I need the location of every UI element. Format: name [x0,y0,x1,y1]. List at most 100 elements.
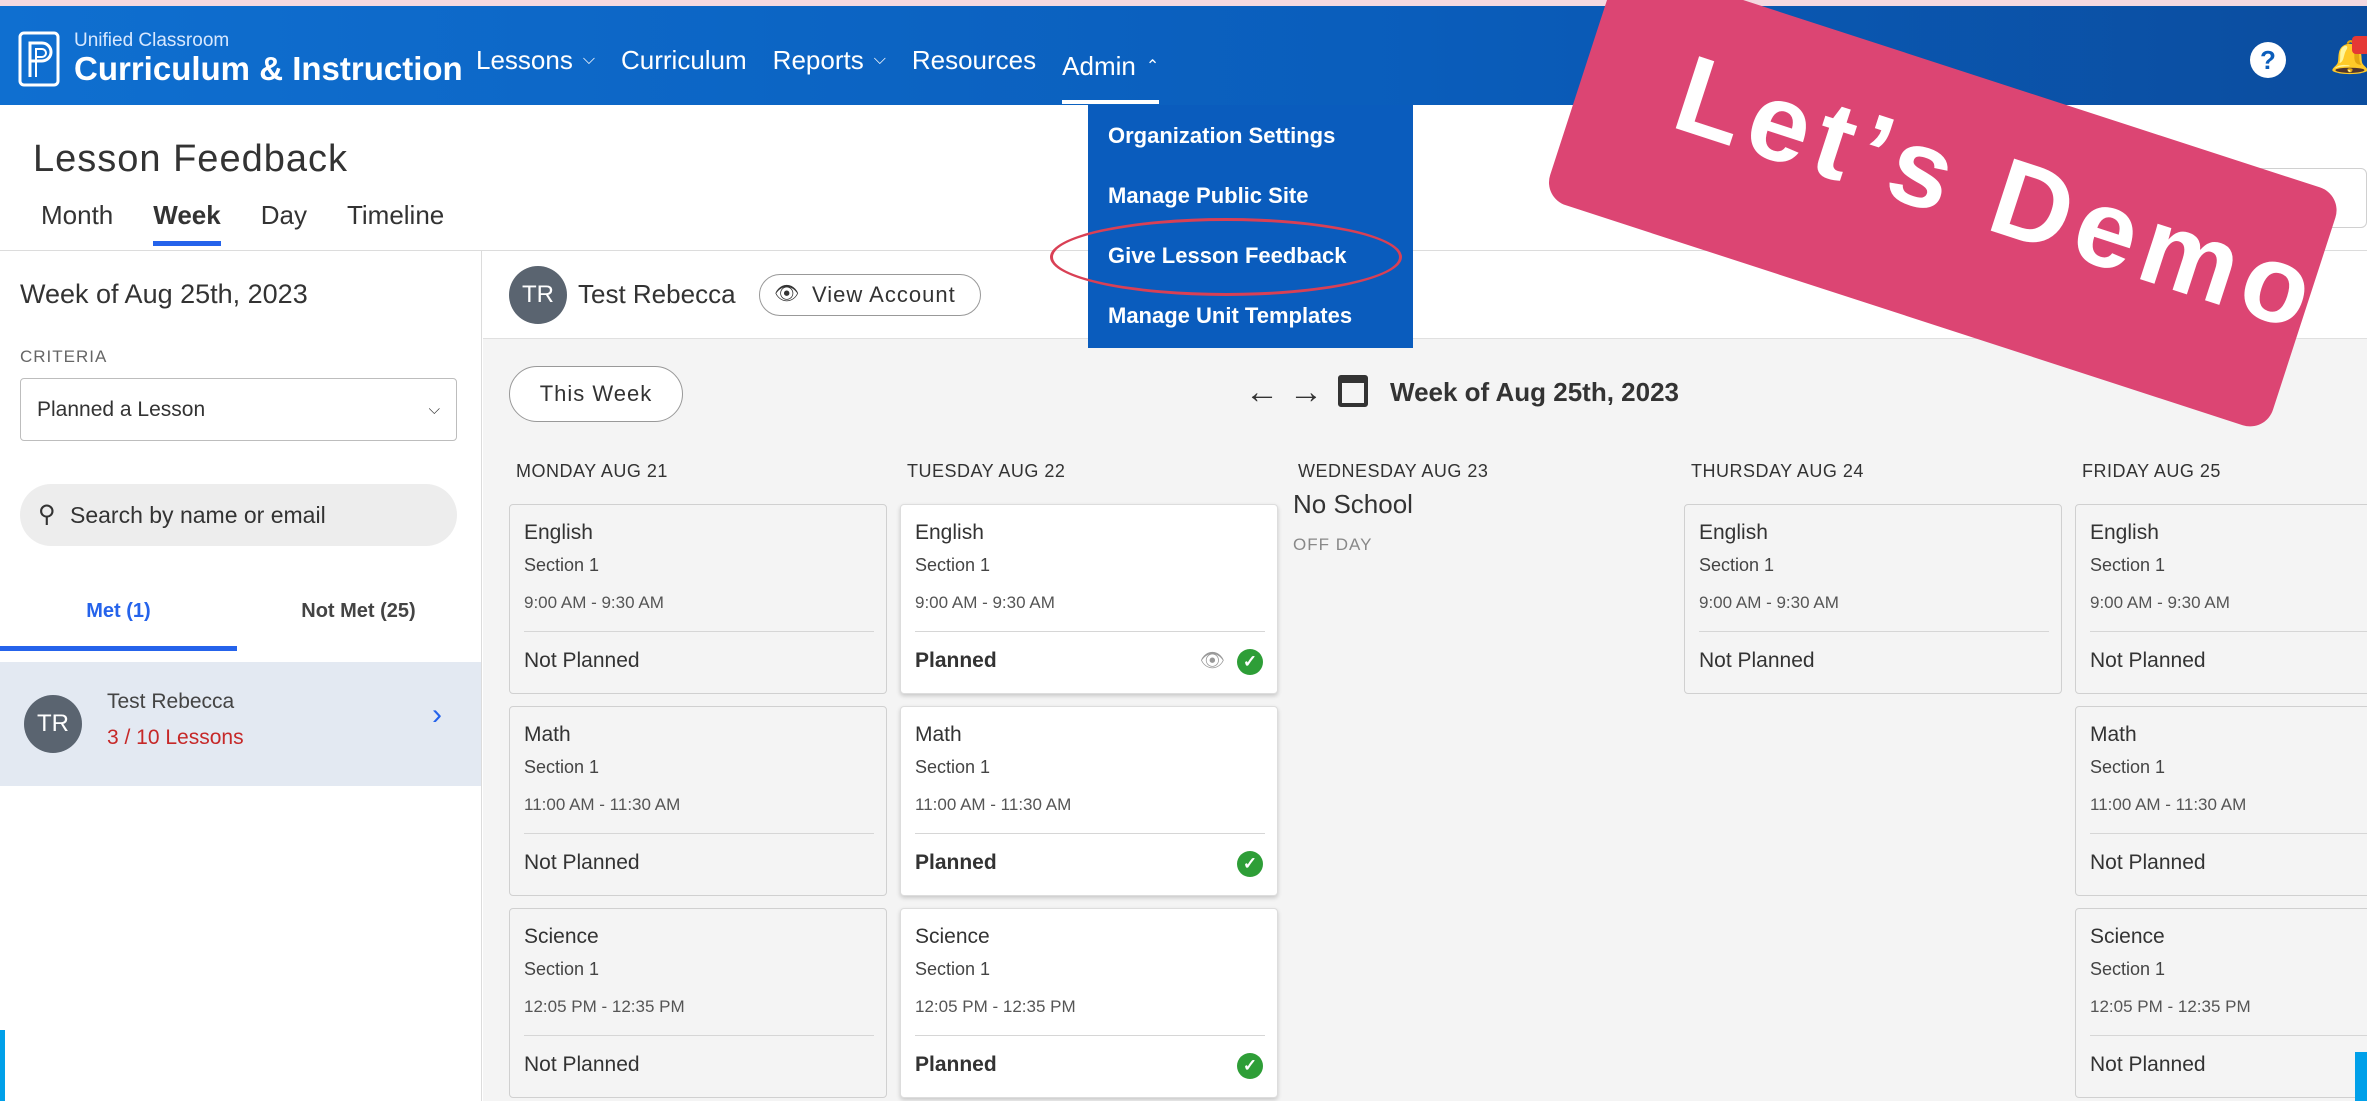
tab-not-met[interactable]: Not Met (25) [240,591,477,651]
menu-item-manage-unit-templates[interactable]: Manage Unit Templates [1108,303,1352,329]
lesson-time: 11:00 AM - 11:30 AM [915,795,1072,814]
lesson-card[interactable]: English Section 1 9:00 AM - 9:30 AM Not … [2075,504,2367,694]
this-week-button[interactable]: This Week [509,366,683,422]
lesson-card[interactable]: Science Section 1 12:05 PM - 12:35 PM No… [2075,908,2367,1098]
card-divider [915,1035,1265,1036]
check-icon: ✓ [1237,851,1263,877]
help-icon[interactable]: ? [2250,42,2286,78]
lesson-card[interactable]: Science Section 1 12:05 PM - 12:35 PM No… [509,908,887,1098]
list-item-person[interactable]: TR Test Rebecca 3 / 10 Lessons › [0,662,481,786]
chevron-down-icon: ⌵ [582,51,595,68]
search-input[interactable]: ⚲ Search by name or email [20,484,457,546]
nav-curriculum[interactable]: Curriculum [621,32,747,88]
lesson-card[interactable]: Math Section 1 11:00 AM - 11:30 AM Plann… [900,706,1278,896]
tab-timeline[interactable]: Timeline [347,200,444,246]
chevron-right-icon[interactable]: › [432,698,442,732]
week-calendar: This Week ← → Week of Aug 25th, 2023 MON… [483,339,2367,1101]
lesson-card[interactable]: English Section 1 9:00 AM - 9:30 AM Not … [509,504,887,694]
tab-day[interactable]: Day [261,200,307,246]
arrow-right-icon[interactable]: → [1289,373,1323,412]
lesson-card[interactable]: Science Section 1 12:05 PM - 12:35 PM Pl… [900,908,1278,1098]
lesson-subject: Science [915,925,990,948]
chevron-up-icon: ⌃ [1145,58,1160,75]
card-divider [915,833,1265,834]
notification-badge [2352,36,2367,54]
lesson-time: 11:00 AM - 11:30 AM [2090,795,2247,814]
lesson-status: Not Planned [1699,649,1815,672]
lesson-time: 9:00 AM - 9:30 AM [2090,593,2230,612]
lesson-status: Not Planned [2090,649,2206,672]
brand[interactable]: Unified Classroom Curriculum & Instructi… [18,28,463,90]
criteria-value: Planned a Lesson [37,398,206,421]
day-header-tuesday: TUESDAY AUG 22 [907,461,1066,481]
lesson-time: 9:00 AM - 9:30 AM [1699,593,1839,612]
chevron-down-icon: ⌵ [873,51,886,68]
lesson-subject: English [524,521,593,544]
card-divider [2090,833,2367,834]
nav-reports[interactable]: Reports ⌵ [773,32,886,88]
lesson-subject: English [915,521,984,544]
card-divider [524,631,874,632]
card-divider [915,631,1265,632]
calendar-icon[interactable] [1338,375,1368,407]
left-week-label: Week of Aug 25th, 2023 [20,279,308,309]
chevron-down-icon: ⌵ [428,401,440,418]
lesson-subject: Math [915,723,962,746]
day-header-thursday: THURSDAY AUG 24 [1691,461,1864,481]
tab-month[interactable]: Month [41,200,113,246]
tab-week[interactable]: Week [153,200,221,246]
lesson-card[interactable]: English Section 1 9:00 AM - 9:30 AM Not … [1684,504,2062,694]
person-name: Test Rebecca [107,690,235,713]
lesson-card[interactable]: Math Section 1 11:00 AM - 11:30 AM Not P… [509,706,887,896]
lesson-section: Section 1 [2090,555,2166,575]
lesson-subject: English [1699,521,1768,544]
nav-admin-label: Admin [1062,50,1136,81]
lesson-time: 12:05 PM - 12:35 PM [915,997,1076,1016]
met-tabs: Met (1) Not Met (25) [0,591,481,651]
week-nav-label: Week of Aug 25th, 2023 [1390,377,1679,407]
check-icon: ✓ [1237,1053,1263,1079]
lesson-time: 12:05 PM - 12:35 PM [524,997,685,1016]
nav-admin[interactable]: Admin ⌃ [1062,32,1160,104]
lesson-card[interactable]: English Section 1 9:00 AM - 9:30 AM Plan… [900,504,1278,694]
lesson-section: Section 1 [2090,959,2166,979]
brand-subtitle: Unified Classroom [74,30,230,51]
avatar: TR [24,695,82,753]
lesson-time: 9:00 AM - 9:30 AM [524,593,664,612]
lesson-section: Section 1 [915,959,991,979]
menu-item-manage-public-site[interactable]: Manage Public Site [1108,183,1309,209]
criteria-select[interactable]: Planned a Lesson ⌵ [20,378,457,441]
lesson-subject: Science [524,925,599,948]
card-divider [1699,631,2049,632]
account-name: Test Rebecca [578,279,736,309]
view-tabs: Month Week Day Timeline [41,200,484,246]
lesson-card[interactable]: Math Section 1 11:00 AM - 11:30 AM Not P… [2075,706,2367,896]
lesson-time: 9:00 AM - 9:30 AM [915,593,1055,612]
criteria-label: CRITERIA [20,347,108,366]
lesson-subject: Math [524,723,571,746]
lesson-section: Section 1 [524,757,600,777]
tab-met[interactable]: Met (1) [0,591,237,651]
lesson-status: Not Planned [2090,851,2206,874]
lesson-subject: English [2090,521,2159,544]
page-title: Lesson Feedback [33,138,348,180]
lesson-section: Section 1 [1699,555,1775,575]
view-account-label: View Account [812,282,956,307]
nav-lessons-label: Lessons [476,44,573,75]
view-account-button[interactable]: 👁 View Account [759,274,981,316]
arrow-left-icon[interactable]: ← [1245,373,1279,412]
card-divider [524,1035,874,1036]
lesson-status: Planned [915,1053,997,1076]
nav-lessons[interactable]: Lessons ⌵ [476,32,595,88]
lesson-time: 12:05 PM - 12:35 PM [2090,997,2251,1016]
eye-icon: 👁 [774,283,801,305]
eye-icon[interactable]: 👁 [1200,648,1225,673]
lesson-section: Section 1 [524,959,600,979]
lesson-status: Not Planned [524,1053,640,1076]
card-divider [2090,631,2367,632]
day-header-friday: FRIDAY AUG 25 [2082,461,2221,481]
nav-resources[interactable]: Resources [912,32,1036,88]
menu-item-organization-settings[interactable]: Organization Settings [1108,123,1335,149]
no-school-label: No School [1293,489,1413,519]
lesson-section: Section 1 [915,555,991,575]
